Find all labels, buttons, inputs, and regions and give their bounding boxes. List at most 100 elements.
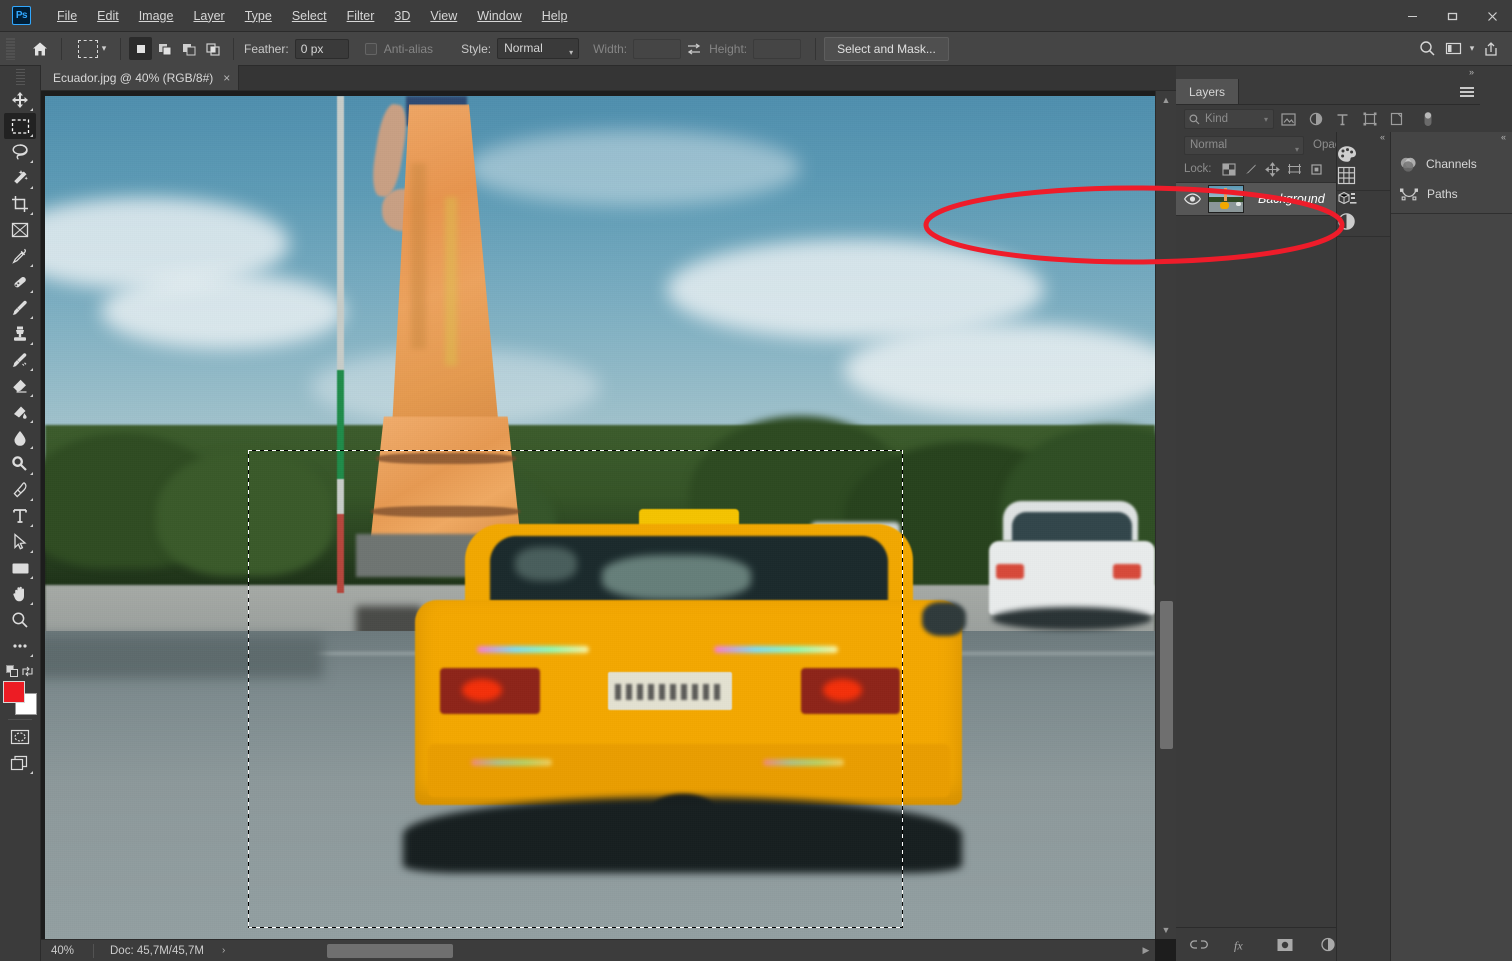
home-icon[interactable] xyxy=(27,37,53,61)
panel-item-channels[interactable]: Channels xyxy=(1391,149,1512,179)
menu-type[interactable]: Type xyxy=(235,5,282,27)
clone-stamp-tool[interactable] xyxy=(4,321,36,347)
lock-position-icon[interactable] xyxy=(1262,159,1284,179)
color-swatches[interactable] xyxy=(3,681,37,715)
hand-tool[interactable] xyxy=(4,581,36,607)
layer-visibility-eye-icon[interactable] xyxy=(1176,193,1208,205)
quick-mask-icon[interactable] xyxy=(4,724,36,750)
share-icon[interactable] xyxy=(1478,37,1504,61)
document-tab[interactable]: Ecuador.jpg @ 40% (RGB/8#) × xyxy=(41,65,240,90)
collapse-panels-icon[interactable]: » xyxy=(1176,66,1480,79)
intersect-with-selection-button[interactable] xyxy=(201,37,224,60)
add-to-selection-button[interactable] xyxy=(153,37,176,60)
scroll-right-arrow[interactable]: ▶ xyxy=(1137,945,1155,956)
brush-tool[interactable] xyxy=(4,295,36,321)
history-brush-tool[interactable] xyxy=(4,347,36,373)
horizontal-scroll-thumb[interactable] xyxy=(327,943,453,958)
tool-preset-picker[interactable]: ▾ xyxy=(74,37,112,61)
default-colors-icon[interactable] xyxy=(6,664,19,678)
menu-window[interactable]: Window xyxy=(467,5,531,27)
rectangle-tool[interactable] xyxy=(4,555,36,581)
height-input[interactable] xyxy=(753,38,802,59)
panel-item-paths[interactable]: Paths xyxy=(1391,179,1512,209)
zoom-tool[interactable] xyxy=(4,607,36,633)
3d-icon[interactable] xyxy=(1337,191,1391,212)
menu-edit[interactable]: Edit xyxy=(87,5,129,27)
canvas-vertical-scrollbar[interactable]: ▲ ▼ xyxy=(1155,91,1176,939)
adjustments-icon[interactable] xyxy=(1337,212,1391,234)
frame-tool[interactable] xyxy=(4,217,36,243)
gradient-tool[interactable] xyxy=(4,399,36,425)
collapse-panels-icon[interactable]: « xyxy=(1337,132,1390,145)
magic-wand-tool[interactable] xyxy=(4,165,36,191)
menu-3d[interactable]: 3D xyxy=(384,5,420,27)
spot-healing-brush-tool[interactable] xyxy=(4,269,36,295)
type-layer-filter-icon[interactable] xyxy=(1330,108,1355,130)
edit-toolbar-more[interactable] xyxy=(4,633,36,659)
workspace-switcher-icon[interactable] xyxy=(1440,37,1466,61)
menu-help[interactable]: Help xyxy=(532,5,578,27)
menu-image[interactable]: Image xyxy=(129,5,184,27)
scroll-up-arrow[interactable]: ▲ xyxy=(1156,91,1176,109)
pen-tool[interactable] xyxy=(4,477,36,503)
eraser-tool[interactable] xyxy=(4,373,36,399)
horizontal-type-tool[interactable] xyxy=(4,503,36,529)
collapse-panels-icon[interactable]: « xyxy=(1391,132,1512,145)
menu-filter[interactable]: Filter xyxy=(337,5,385,27)
lock-all-icon[interactable] xyxy=(1306,159,1328,179)
close-icon[interactable] xyxy=(1472,0,1512,32)
toolbar-grip[interactable] xyxy=(15,69,25,85)
screen-mode-icon[interactable] xyxy=(4,750,36,776)
lock-artboard-nesting-icon[interactable] xyxy=(1284,159,1306,179)
blend-mode-select[interactable]: Normal ▾ xyxy=(1184,135,1304,155)
new-adjustment-layer-icon[interactable] xyxy=(1318,935,1338,955)
menu-file[interactable]: File xyxy=(47,5,87,27)
foreground-color-swatch[interactable] xyxy=(3,681,25,703)
vertical-scroll-thumb[interactable] xyxy=(1160,601,1173,749)
status-expand-arrow[interactable]: › xyxy=(222,945,225,956)
document-canvas[interactable] xyxy=(45,96,1155,939)
anti-alias-checkbox[interactable] xyxy=(364,42,377,55)
menu-layer[interactable]: Layer xyxy=(183,5,234,27)
maximize-icon[interactable] xyxy=(1432,0,1472,32)
scroll-down-arrow[interactable]: ▼ xyxy=(1156,921,1176,939)
layer-thumbnail[interactable] xyxy=(1208,185,1244,213)
lasso-tool[interactable] xyxy=(4,139,36,165)
minimize-icon[interactable] xyxy=(1392,0,1432,32)
chevron-down-icon[interactable]: ▾ xyxy=(1466,43,1478,54)
panel-menu-icon[interactable] xyxy=(1454,79,1480,104)
swap-colors-icon[interactable] xyxy=(21,665,34,678)
add-layer-style-icon[interactable]: fx xyxy=(1232,935,1252,955)
adjustment-layer-filter-icon[interactable] xyxy=(1303,108,1328,130)
add-layer-mask-icon[interactable] xyxy=(1275,935,1295,955)
pattern-grid-icon[interactable] xyxy=(1337,166,1391,188)
rectangular-marquee-tool[interactable] xyxy=(4,113,36,139)
swap-width-height-icon[interactable] xyxy=(681,37,707,61)
search-icon[interactable] xyxy=(1414,37,1440,61)
width-input[interactable] xyxy=(633,38,682,59)
chevron-down-icon[interactable]: ▾ xyxy=(98,43,110,54)
zoom-level[interactable]: 40% xyxy=(41,945,93,957)
shape-layer-filter-icon[interactable] xyxy=(1357,108,1382,130)
blur-tool[interactable] xyxy=(4,425,36,451)
canvas-area[interactable]: ▲ ▼ ◀ ▶ xyxy=(41,91,1176,961)
pixel-layer-filter-icon[interactable] xyxy=(1276,108,1301,130)
feather-input[interactable]: 0 px xyxy=(294,38,349,59)
filter-kind-select[interactable]: Kind ▾ xyxy=(1184,109,1274,129)
lock-image-pixels-icon[interactable] xyxy=(1240,159,1262,179)
menu-view[interactable]: View xyxy=(420,5,467,27)
path-selection-tool[interactable] xyxy=(4,529,36,555)
link-layers-icon[interactable] xyxy=(1189,935,1209,955)
crop-tool[interactable] xyxy=(4,191,36,217)
menu-select[interactable]: Select xyxy=(282,5,337,27)
select-and-mask-button[interactable]: Select and Mask... xyxy=(824,36,949,61)
close-tab-icon[interactable]: × xyxy=(223,71,230,85)
options-bar-grip[interactable] xyxy=(6,37,15,60)
move-tool[interactable] xyxy=(4,87,36,113)
tab-layers[interactable]: Layers xyxy=(1176,79,1240,104)
subtract-from-selection-button[interactable] xyxy=(177,37,200,60)
smart-object-filter-icon[interactable] xyxy=(1384,108,1409,130)
eyedropper-tool[interactable] xyxy=(4,243,36,269)
dodge-tool[interactable] xyxy=(4,451,36,477)
filter-toggle-switch[interactable] xyxy=(1415,108,1440,130)
